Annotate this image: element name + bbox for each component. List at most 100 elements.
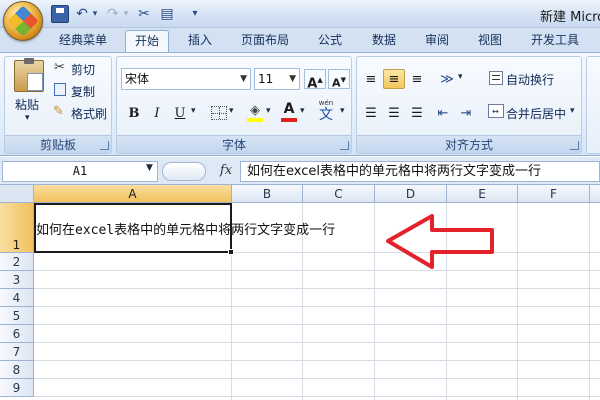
save-icon[interactable] (51, 5, 69, 23)
tab-view[interactable]: 视图 (468, 30, 512, 52)
dialog-launcher-icon[interactable] (340, 141, 349, 150)
name-box-value: A1 (72, 164, 88, 178)
decrease-indent-icon[interactable]: ⇤ (432, 103, 454, 123)
align-left-icon[interactable]: ☰ (360, 103, 382, 123)
fill-color-icon[interactable]: ◈ (246, 103, 264, 122)
column-header-a[interactable]: A (34, 185, 232, 203)
dialog-launcher-icon[interactable] (570, 141, 579, 150)
gridline (34, 378, 600, 379)
tab-review[interactable]: 审阅 (415, 30, 459, 52)
underline-button[interactable]: U (169, 103, 191, 123)
row-header-3[interactable]: 3 (0, 271, 34, 289)
row-header-8[interactable]: 8 (0, 361, 34, 379)
merge-center-icon: ↔ (488, 104, 504, 118)
dialog-launcher-icon[interactable] (100, 141, 109, 150)
borders-dropdown-icon[interactable]: ▾ (229, 106, 234, 116)
font-color-dropdown-icon[interactable]: ▾ (300, 106, 305, 116)
tab-insert[interactable]: 插入 (180, 30, 220, 52)
font-size-combo[interactable]: 11 ▼ (254, 68, 300, 90)
redo-dropdown-icon[interactable]: ▾ (117, 5, 135, 23)
office-logo-icon (7, 5, 39, 37)
row-header-7[interactable]: 7 (0, 343, 34, 361)
select-all-corner[interactable] (0, 185, 34, 203)
format-painter-button[interactable]: 格式刷 (71, 105, 107, 122)
tools-icon[interactable]: ✂ (135, 5, 153, 23)
window-title: 新建 Micro (540, 10, 600, 25)
column-header-d[interactable]: D (375, 185, 447, 203)
tab-home[interactable]: 开始 (125, 30, 169, 52)
fill-handle[interactable] (228, 249, 234, 255)
font-group-label: 字体 (117, 135, 351, 153)
italic-button[interactable]: I (146, 103, 168, 123)
grow-font-button[interactable]: A▲ (304, 69, 326, 92)
format-painter-icon: ✎ (53, 104, 64, 119)
paste-icon[interactable] (14, 58, 44, 92)
wrap-text-button[interactable]: 自动换行 (506, 71, 554, 88)
tab-classic-menu[interactable]: 经典菜单 (52, 30, 114, 52)
name-box-dropdown-icon[interactable]: ▼ (146, 163, 153, 173)
phonetic-guide-pinyin: wén (318, 99, 334, 107)
merge-center-button[interactable]: 合并后居中 (506, 105, 566, 122)
row-header-4[interactable]: 4 (0, 289, 34, 307)
scissors-icon: ✂ (54, 60, 65, 75)
gridline (34, 360, 600, 361)
paste-dropdown-icon[interactable]: ▾ (25, 113, 30, 123)
copy-button[interactable]: 复制 (71, 83, 95, 100)
tab-formulas[interactable]: 公式 (310, 30, 350, 52)
row-header-5[interactable]: 5 (0, 307, 34, 325)
formula-bar-splitter[interactable] (162, 162, 206, 181)
align-center-icon[interactable]: ☰ (383, 103, 405, 123)
column-header-e[interactable]: E (447, 185, 518, 203)
office-button[interactable] (3, 1, 43, 41)
paste-button[interactable]: 粘贴 (15, 96, 39, 113)
merge-dropdown-icon[interactable]: ▾ (570, 106, 575, 116)
paste-quick-icon[interactable]: ▤ (158, 5, 176, 23)
row-header-6[interactable]: 6 (0, 325, 34, 343)
underline-dropdown-icon[interactable]: ▾ (191, 106, 196, 116)
row-header-2[interactable]: 2 (0, 253, 34, 271)
column-header-f[interactable]: F (518, 185, 590, 203)
row-header-1[interactable]: 1 (0, 203, 34, 253)
column-header-b[interactable]: B (232, 185, 303, 203)
gridline (34, 396, 600, 397)
align-top-icon[interactable]: ≡ (360, 69, 382, 89)
phonetic-guide-icon[interactable]: wén 文 (314, 99, 338, 123)
active-cell-a1[interactable] (34, 203, 232, 253)
insert-function-button[interactable]: fx (216, 160, 236, 182)
bold-button[interactable]: B (123, 103, 145, 123)
gridline (34, 288, 600, 289)
customize-toolbar-icon[interactable]: ▾ (186, 5, 204, 23)
cut-button[interactable]: 剪切 (71, 61, 95, 78)
font-color-icon[interactable]: A (280, 101, 298, 122)
font-name-combo[interactable]: 宋体 ▼ (121, 68, 251, 90)
shrink-font-button[interactable]: A▼ (328, 69, 350, 90)
chevron-down-icon[interactable]: ▼ (240, 69, 247, 89)
annotation-arrow-icon (386, 214, 494, 269)
name-box[interactable]: A1 (2, 161, 158, 182)
column-header-c[interactable]: C (303, 185, 375, 203)
align-right-icon[interactable]: ☰ (406, 103, 428, 123)
chevron-down-icon[interactable]: ▼ (289, 69, 296, 89)
borders-icon[interactable] (211, 106, 227, 120)
increase-indent-icon[interactable]: ⇥ (455, 103, 477, 123)
alignment-group-label: 对齐方式 (357, 135, 581, 153)
align-bottom-icon[interactable]: ≡ (406, 69, 428, 89)
orientation-dropdown-icon[interactable]: ▾ (458, 72, 463, 82)
align-middle-icon[interactable]: ≡ (383, 69, 405, 89)
column-header-g-partial[interactable] (590, 185, 600, 203)
fill-color-dropdown-icon[interactable]: ▾ (266, 106, 271, 116)
orientation-icon[interactable]: ≫ (436, 69, 458, 89)
font-size-value: 11 (258, 72, 274, 86)
wrap-text-icon (489, 71, 503, 85)
tab-data[interactable]: 数据 (362, 30, 406, 52)
tab-page-layout[interactable]: 页面布局 (232, 30, 298, 52)
grow-font-letter: A (307, 76, 318, 92)
gridline (34, 342, 600, 343)
undo-dropdown-icon[interactable]: ▾ (86, 5, 104, 23)
shrink-font-letter: A (332, 76, 341, 90)
row-header-9[interactable]: 9 (0, 379, 34, 397)
phonetic-dropdown-icon[interactable]: ▾ (340, 106, 345, 116)
font-name-value: 宋体 (125, 72, 150, 86)
tab-developer[interactable]: 开发工具 (522, 30, 588, 52)
formula-input[interactable]: 如何在excel表格中的单元格中将两行文字变成一行 (240, 161, 600, 182)
